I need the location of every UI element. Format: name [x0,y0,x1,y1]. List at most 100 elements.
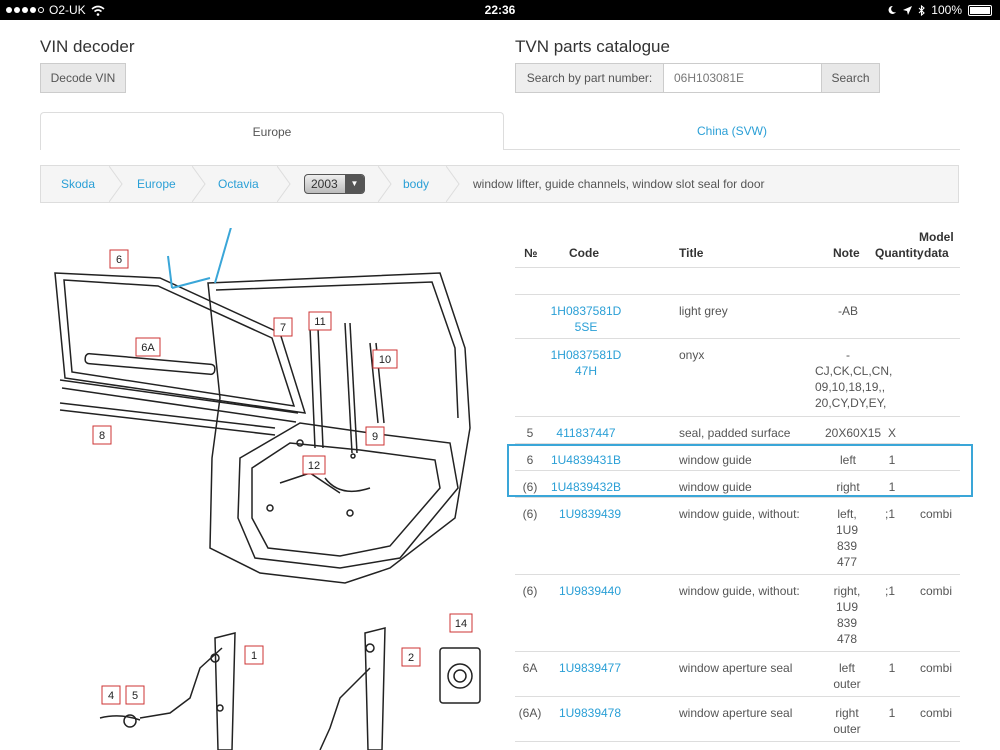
part-code-link[interactable]: 1U9839439 [545,506,635,522]
battery-label: 100% [931,3,962,17]
svg-text:6: 6 [116,254,122,266]
table-row: 5 411837447 seal, padded surface 20X60X1… [515,416,960,443]
part-title: window aperture seal [679,706,793,720]
part-note: - CJ,CK,CL,CN, 09,10,18,19,, 20,CY,DY,EY, [815,348,893,410]
part-quantity: ;1 [884,507,895,521]
callout-4[interactable]: 4 [101,685,121,705]
bluetooth-icon [918,4,926,16]
breadcrumb-europe[interactable]: Europe [137,166,176,202]
breadcrumb-current: window lifter, guide channels, window sl… [473,177,765,191]
svg-text:9: 9 [372,431,378,443]
table-row: (6A) 1U9839478 window aperture seal righ… [515,696,960,741]
part-number: (6) [522,584,538,598]
tab-europe[interactable]: Europe [40,112,504,150]
svg-text:5: 5 [132,690,138,702]
callout-1[interactable]: 1 [244,645,264,665]
svg-text:7: 7 [280,322,286,334]
svg-text:6A: 6A [141,342,155,354]
search-button[interactable]: Search [822,63,880,93]
status-right: 100% [887,3,992,17]
table-row: (6) 1U9839440 window guide, without: rig… [515,574,960,651]
breadcrumb-octavia[interactable]: Octavia [218,166,259,202]
header-quantity: Quantity [875,246,924,260]
chevron-right-icon [109,166,123,202]
header-data: data [924,246,949,260]
part-note: left, 1U9 839 477 [835,507,858,569]
callout-11[interactable]: 11 [308,311,332,331]
part-model: combi [920,584,953,598]
svg-text:10: 10 [379,354,391,366]
status-time: 22:36 [484,3,516,17]
part-note: left outer [833,661,861,691]
part-title: window guide, without: [679,507,800,521]
part-title: seal, padded surface [679,426,791,440]
callout-14[interactable]: 14 [449,613,473,633]
breadcrumb-body[interactable]: body [403,166,429,202]
part-note: right outer [833,706,861,736]
callout-7[interactable]: 7 [273,317,293,337]
part-code-link[interactable]: 411837447 [545,425,627,441]
table-row: (6) 1U9839439 window guide, without: lef… [515,497,960,574]
header-title: Title [679,246,704,260]
moon-icon [888,5,897,14]
callout-6[interactable]: 6 [109,249,129,269]
part-quantity: 1 [888,706,896,720]
svg-text:14: 14 [455,618,467,630]
callout-12[interactable]: 12 [302,455,326,475]
table-row [515,741,960,750]
table-row: 1H0837581D 5SE light grey -AB [515,294,960,338]
part-code-link[interactable]: 1H0837581D 47H [545,347,627,379]
region-tabs: Europe China (SVW) [40,112,960,150]
status-bar: O2-UK 22:36 100% [0,0,1000,20]
catalogue-title: TVN parts catalogue [515,37,670,56]
chevron-right-icon [446,166,460,202]
header-code: Code [569,246,599,260]
header-no: № [524,246,538,260]
part-number: (6A) [518,706,542,720]
battery-icon [968,4,992,16]
svg-text:4: 4 [108,690,114,702]
part-title: window aperture seal [679,661,793,675]
callout-5[interactable]: 5 [125,685,145,705]
callout-9[interactable]: 9 [365,426,385,446]
callout-10[interactable]: 10 [372,349,398,369]
part-quantity: X [887,426,896,440]
svg-text:11: 11 [314,316,325,328]
vin-decoder-title: VIN decoder [40,37,135,56]
part-number: (6) [522,507,538,521]
svg-text:12: 12 [308,460,320,472]
table-row: 1H0837581D 47H onyx - CJ,CK,CL,CN, 09,10,18… [515,338,960,416]
part-quantity: 1 [888,661,896,675]
part-code-link[interactable]: 1U9839478 [545,705,635,721]
decode-vin-button[interactable]: Decode VIN [40,63,126,93]
header-note: Note [833,246,860,260]
svg-text:2: 2 [408,652,414,664]
part-number: 6A [522,661,538,675]
part-model: combi [920,661,953,675]
breadcrumb-skoda[interactable]: Skoda [61,166,95,202]
tab-china-svw[interactable]: China (SVW) [504,112,960,150]
tabs-divider [504,149,960,150]
parts-diagram: 6 6A 7 11 10 8 9 12 1 2 14 4 5 [40,202,510,750]
part-code-link[interactable]: 1U9839440 [545,583,635,599]
part-code-link[interactable]: 1U9839477 [545,660,635,676]
part-code-link[interactable]: 1H0837581D 5SE [545,303,627,335]
location-icon [903,5,913,15]
year-select[interactable]: 2003 ▼ [304,174,365,194]
part-title: window guide, without: [679,584,800,598]
door-diagram-drawing: 6 6A 7 11 10 8 9 12 1 2 14 4 5 [54,202,481,750]
part-title: light grey [679,304,728,318]
search-label: Search by part number: [515,63,664,93]
part-number: 5 [526,426,534,440]
table-row: 6A 1U9839477 window aperture seal left ou… [515,651,960,696]
breadcrumb: Skoda Europe Octavia 2003 ▼ body window l… [40,165,959,203]
callout-8[interactable]: 8 [92,425,112,445]
chevron-right-icon [378,166,392,202]
svg-text:8: 8 [99,430,105,442]
callout-2[interactable]: 2 [401,647,421,667]
part-note: 20X60X15 [825,426,882,440]
part-number-input[interactable]: 06H103081E [664,63,822,93]
part-note: -AB [837,304,858,318]
header-model: Model [919,230,954,244]
callout-6a[interactable]: 6A [135,337,161,357]
